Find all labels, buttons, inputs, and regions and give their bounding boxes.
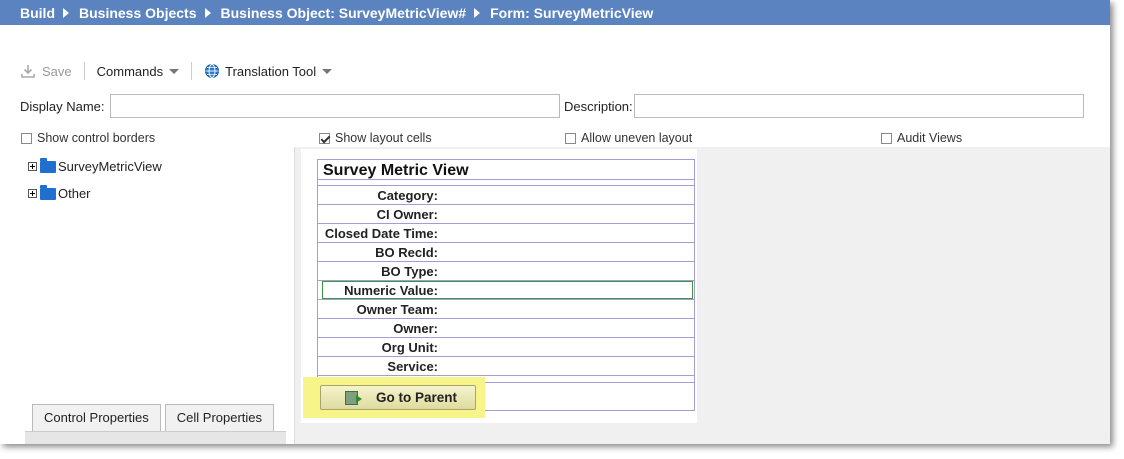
grid-line (318, 337, 694, 338)
grid-line (318, 318, 694, 319)
show-layout-cells-label: Show layout cells (335, 131, 432, 145)
breadcrumb-item-business-object[interactable]: Business Object: SurveyMetricView# (221, 5, 467, 21)
description-field[interactable] (634, 94, 1084, 118)
chevron-down-icon (169, 68, 180, 74)
form-field-label[interactable]: CI Owner: (318, 207, 438, 222)
toolbar-divider (83, 62, 85, 80)
tab-cell-properties[interactable]: Cell Properties (164, 404, 275, 431)
properties-tabs: Control Properties Cell Properties (32, 404, 278, 431)
form-field-label[interactable]: Closed Date Time: (318, 226, 438, 241)
breadcrumb-label[interactable]: Form: SurveyMetricView (490, 5, 653, 21)
expand-plus-icon[interactable] (28, 162, 37, 171)
grid-line (318, 179, 694, 180)
allow-uneven-layout-label: Allow uneven layout (581, 131, 693, 145)
save-label: Save (42, 63, 72, 79)
form-field-label[interactable]: Category: (318, 188, 438, 203)
commands-label: Commands (96, 63, 164, 79)
chevron-down-icon (322, 68, 333, 74)
allow-uneven-layout-option[interactable]: Allow uneven layout (565, 131, 692, 145)
audit-views-label: Audit Views (897, 131, 963, 145)
show-control-borders-option[interactable]: Show control borders (21, 131, 155, 145)
grid-line (318, 242, 694, 243)
form-preview: Survey Metric View Category: CI Owner: Clo… (301, 149, 697, 423)
show-layout-cells-option[interactable]: Show layout cells (319, 131, 432, 145)
breadcrumb-item-build[interactable]: Build (20, 5, 55, 21)
audit-views-option[interactable]: Audit Views (881, 131, 962, 145)
breadcrumb-arrow-icon (63, 7, 69, 18)
audit-views-checkbox[interactable] (881, 132, 892, 144)
form-layout-grid: Survey Metric View Category: CI Owner: Clo… (317, 159, 695, 411)
go-to-parent-icon (345, 390, 362, 405)
go-to-parent-label: Go to Parent (376, 390, 458, 405)
form-field-label[interactable]: Numeric Value: (318, 283, 438, 298)
save-button[interactable]: Save (20, 63, 72, 79)
grid-line (318, 223, 694, 224)
display-name-label: Display Name: (20, 99, 105, 114)
show-control-borders-checkbox[interactable] (21, 132, 32, 144)
window: Build Business Objects Business Object: … (0, 0, 1110, 444)
show-layout-cells-checkbox[interactable] (319, 132, 330, 144)
toolbar: Save Commands Translation Tool (20, 58, 333, 84)
grid-line (318, 261, 694, 262)
display-name-field[interactable] (110, 94, 560, 118)
form-field-label[interactable]: Service: (318, 359, 438, 374)
folder-icon (40, 157, 56, 173)
folder-icon (40, 184, 56, 200)
allow-uneven-layout-checkbox[interactable] (565, 132, 576, 144)
form-field-label[interactable]: BO Type: (318, 264, 438, 279)
breadcrumb-arrow-icon (204, 7, 211, 18)
form-field-label[interactable]: Org Unit: (318, 340, 438, 355)
grid-line (318, 185, 694, 186)
grid-line (318, 375, 694, 376)
breadcrumb-label[interactable]: Build (20, 5, 55, 21)
commands-menu[interactable]: Commands (96, 63, 180, 79)
breadcrumb-label[interactable]: Business Objects (79, 5, 197, 21)
tree-node-other[interactable]: Other (28, 184, 91, 201)
form-designer-canvas: Survey Metric View Category: CI Owner: Clo… (295, 147, 1110, 444)
form-title[interactable]: Survey Metric View (323, 162, 469, 180)
tree-panel: SurveyMetricView Other Control Propertie… (20, 147, 295, 444)
translation-tool-label: Translation Tool (225, 63, 317, 79)
form-field-label[interactable]: BO RecId: (318, 245, 438, 260)
form-field-label[interactable]: Owner: (318, 321, 438, 336)
breadcrumb-label[interactable]: Business Object: SurveyMetricView# (221, 5, 467, 21)
toolbar-divider (191, 62, 193, 80)
show-control-borders-label: Show control borders (37, 131, 156, 145)
tree-node-label: SurveyMetricView (58, 159, 162, 174)
form-field-label[interactable]: Owner Team: (318, 302, 438, 317)
breadcrumb-arrow-icon (474, 7, 481, 18)
breadcrumb-item-form[interactable]: Form: SurveyMetricView (490, 5, 653, 21)
go-to-parent-button[interactable]: Go to Parent (320, 385, 476, 410)
grid-line (318, 280, 694, 281)
grid-line (318, 299, 694, 300)
globe-icon (205, 64, 220, 78)
grid-line (318, 204, 694, 205)
expand-plus-icon[interactable] (28, 189, 37, 198)
breadcrumb-item-business-objects[interactable]: Business Objects (79, 5, 197, 21)
tab-control-properties[interactable]: Control Properties (32, 404, 161, 431)
breadcrumb: Build Business Objects Business Object: … (0, 0, 1110, 25)
translation-tool-menu[interactable]: Translation Tool (204, 63, 333, 79)
grid-line (318, 356, 694, 357)
properties-panel (25, 431, 286, 444)
download-icon (21, 65, 35, 78)
description-label: Description: (564, 99, 633, 114)
tree-node-label: Other (58, 186, 91, 201)
tree-node-surveymetricview[interactable]: SurveyMetricView (28, 157, 162, 174)
